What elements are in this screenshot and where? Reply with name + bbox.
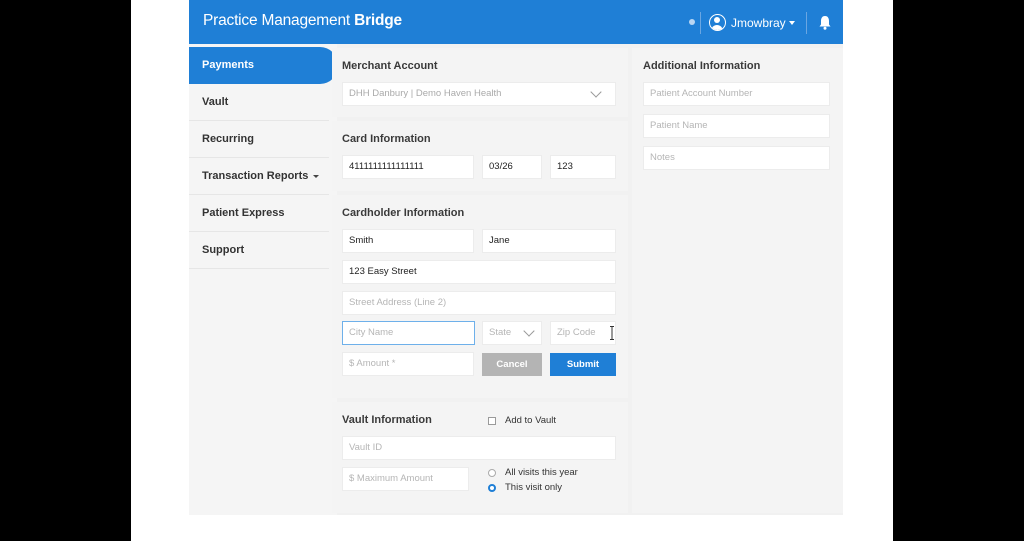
last-name-field[interactable]: Smith [342, 229, 474, 253]
sidebar-item-recurring[interactable]: Recurring [189, 121, 337, 158]
submit-button[interactable]: Submit [550, 353, 616, 376]
merchant-heading: Merchant Account [342, 60, 438, 72]
divider [700, 12, 701, 34]
address-line1-field[interactable]: 123 Easy Street [342, 260, 616, 284]
cancel-button[interactable]: Cancel [482, 353, 542, 376]
this-visit-radio[interactable] [488, 484, 496, 492]
sidebar-item-label: Transaction Reports [202, 170, 309, 182]
merchant-selected-value: DHH Danbury | Demo Haven Health [349, 88, 502, 99]
card-number-field[interactable]: 4111111111111111 [342, 155, 474, 179]
vault-panel: Vault Information Add to Vault Vault ID … [332, 402, 628, 513]
maximum-amount-field[interactable]: $ Maximum Amount [342, 467, 469, 491]
card-panel: Card Information 4111111111111111 03/26 … [332, 121, 628, 191]
bell-icon[interactable] [819, 15, 831, 30]
user-avatar-icon[interactable] [709, 14, 726, 31]
card-cvv-field[interactable]: 123 [550, 155, 616, 179]
card-heading: Card Information [342, 133, 431, 145]
city-field[interactable]: City Name [342, 321, 475, 345]
sidebar-item-label: Recurring [202, 133, 254, 145]
all-visits-label[interactable]: All visits this year [505, 467, 578, 478]
additional-panel: Additional Information Patient Account N… [632, 48, 843, 513]
sidebar-item-transaction-reports[interactable]: Transaction Reports [189, 158, 337, 195]
merchant-select[interactable]: DHH Danbury | Demo Haven Health [342, 82, 616, 106]
text-cursor-icon [610, 326, 614, 340]
divider [189, 268, 329, 269]
add-to-vault-checkbox[interactable] [488, 417, 496, 425]
chevron-down-icon[interactable] [789, 21, 795, 25]
notes-field[interactable]: Notes [643, 146, 830, 170]
cardholder-heading: Cardholder Information [342, 207, 465, 219]
first-name-field[interactable]: Jane [482, 229, 616, 253]
sidebar-nav: Payments Vault Recurring Transaction Rep… [189, 44, 338, 515]
username[interactable]: Jmowbray [731, 16, 786, 30]
sidebar-item-label: Payments [202, 59, 254, 71]
additional-heading: Additional Information [643, 60, 761, 72]
address-line2-field[interactable]: Street Address (Line 2) [342, 291, 616, 315]
brand-logo[interactable]: Practice Management Bridge [203, 12, 402, 30]
divider [806, 12, 807, 34]
sidebar-item-support[interactable]: Support [189, 232, 337, 269]
brand-regular: Practice Management [203, 12, 355, 29]
state-placeholder: State [489, 327, 512, 338]
sidebar-item-vault[interactable]: Vault [189, 84, 337, 121]
all-visits-radio[interactable] [488, 469, 496, 477]
caret-down-icon [313, 174, 320, 178]
patient-account-number-field[interactable]: Patient Account Number [643, 82, 830, 106]
state-select[interactable]: State [482, 321, 542, 345]
brand-bold: Bridge [354, 12, 402, 29]
sidebar-item-label: Support [202, 244, 245, 256]
sidebar-item-patient-express[interactable]: Patient Express [189, 195, 337, 232]
top-bar: Practice Management Bridge Jmowbray [189, 0, 843, 44]
sidebar-item-label: Vault [202, 96, 229, 108]
cardholder-panel: Cardholder Information Smith Jane 123 Ea… [332, 195, 628, 398]
status-dot-icon [689, 19, 695, 25]
this-visit-label[interactable]: This visit only [505, 482, 562, 493]
card-expiry-field[interactable]: 03/26 [482, 155, 542, 179]
vault-id-field[interactable]: Vault ID [342, 436, 616, 460]
app-window: Practice Management Bridge Jmowbray Paym… [189, 0, 843, 515]
merchant-panel: Merchant Account DHH Danbury | Demo Have… [332, 48, 628, 117]
vault-heading: Vault Information [342, 414, 432, 426]
sidebar-item-payments[interactable]: Payments [189, 47, 338, 84]
amount-field[interactable]: $ Amount * [342, 352, 474, 376]
sidebar-item-label: Patient Express [202, 207, 285, 219]
patient-name-field[interactable]: Patient Name [643, 114, 830, 138]
add-to-vault-label[interactable]: Add to Vault [505, 415, 556, 426]
zip-field[interactable]: Zip Code [550, 321, 616, 345]
